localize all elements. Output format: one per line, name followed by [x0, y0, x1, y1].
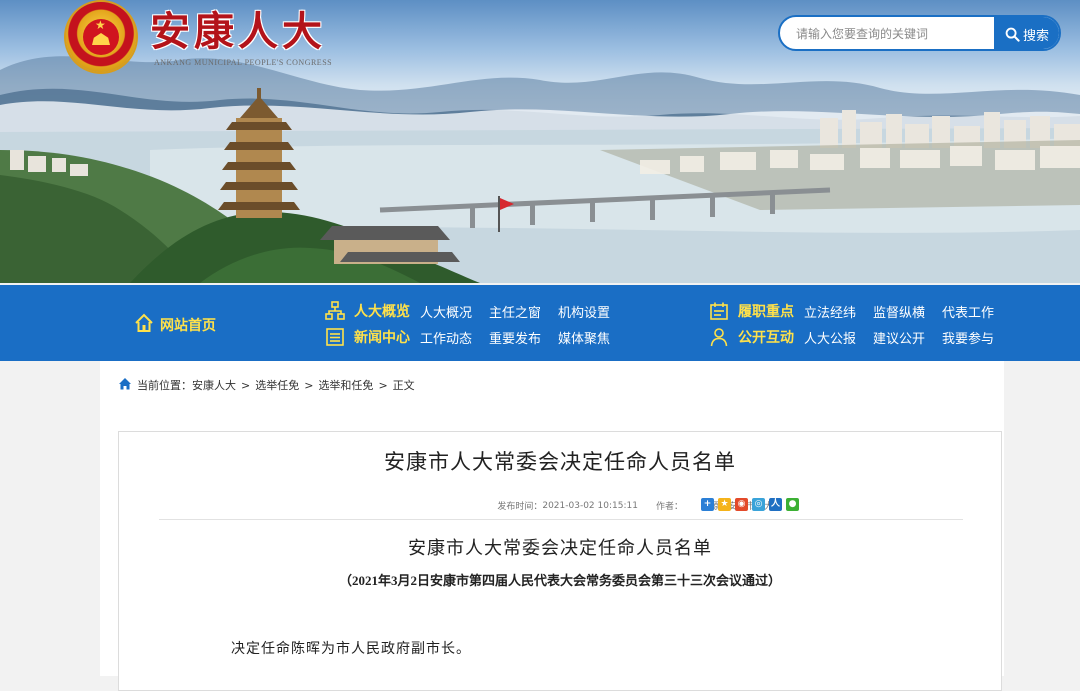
document-subtitle: （2021年3月2日安康市第四届人民代表大会常务委员会第三十三次会议通过） — [338, 573, 781, 588]
nav-group-title[interactable]: 人大概览 — [354, 301, 410, 321]
nav-home-link[interactable]: 网站首页 — [134, 313, 216, 337]
site-subtitle: ANKANG MUNICIPAL PEOPLE'S CONGRESS — [154, 58, 333, 67]
nav-link[interactable]: 我要参与 — [942, 328, 994, 347]
breadcrumb-item: 正文 — [392, 379, 415, 392]
search-box: 搜索 — [778, 15, 1061, 51]
national-emblem-icon[interactable] — [66, 2, 136, 72]
breadcrumb: 当前位置： 安康人大 > 选举任免 > 选举和任免 > 正文 — [118, 377, 415, 393]
org-chart-icon — [324, 300, 346, 322]
nav-group-title[interactable]: 公开互动 — [738, 327, 794, 347]
breadcrumb-separator: > — [241, 378, 251, 392]
nav-home-label: 网站首页 — [160, 318, 216, 334]
share-toolbar: + ★ ◉ ◎ 人 ● — [701, 498, 799, 511]
breadcrumb-item[interactable]: 安康人大 — [192, 377, 236, 393]
breadcrumb-prefix: 当前位置： — [137, 379, 192, 392]
renren-icon[interactable]: 人 — [769, 498, 782, 511]
author-label: 作者： — [655, 502, 683, 512]
site-title[interactable]: 安康人大 — [150, 6, 326, 58]
weibo-icon[interactable]: ◉ — [735, 498, 748, 511]
calendar-icon — [708, 300, 730, 322]
home-icon — [134, 313, 154, 337]
article-panel: 安康市人大常委会决定任命人员名单 发布时间： 2021-03-02 10:15:… — [118, 431, 1002, 691]
breadcrumb-item[interactable]: 选举任免 — [255, 377, 299, 393]
nav-group-title[interactable]: 履职重点 — [738, 301, 794, 321]
nav-link[interactable]: 媒体聚焦 — [558, 328, 610, 347]
nav-group-interaction: 公开互动 人大公报 建议公开 我要参与 — [708, 326, 1011, 348]
nav-link[interactable]: 工作动态 — [420, 328, 472, 347]
nav-group-overview: 人大概览 人大概况 主任之窗 机构设置 — [324, 300, 627, 322]
nav-link[interactable]: 立法经纬 — [804, 302, 856, 321]
person-icon — [708, 326, 730, 348]
nav-group-duties: 履职重点 立法经纬 监督纵横 代表工作 — [708, 300, 1011, 322]
published-label: 发布时间： — [497, 502, 543, 512]
home-icon[interactable] — [118, 377, 132, 393]
list-icon — [324, 326, 346, 348]
nav-link[interactable]: 机构设置 — [558, 302, 610, 321]
search-button[interactable]: 搜索 — [994, 17, 1059, 49]
search-icon — [1005, 27, 1020, 42]
breadcrumb-separator: > — [378, 378, 388, 392]
nav-link[interactable]: 人大公报 — [804, 328, 856, 347]
main-content: 当前位置： 安康人大 > 选举任免 > 选举和任免 > 正文 安康市人大常委会决… — [100, 361, 1004, 691]
share-plus-icon[interactable]: + — [701, 498, 714, 511]
nav-link[interactable]: 主任之窗 — [489, 302, 541, 321]
published-value: 2021-03-02 10:15:11 — [542, 500, 638, 511]
nav-link[interactable]: 代表工作 — [942, 302, 994, 321]
nav-link[interactable]: 人大概况 — [420, 302, 472, 321]
header-banner: 安康人大 ANKANG MUNICIPAL PEOPLE'S CONGRESS … — [0, 0, 1080, 283]
qzone-icon[interactable]: ★ — [718, 498, 731, 511]
nav-link[interactable]: 建议公开 — [873, 328, 925, 347]
document-title: 安康市人大常委会决定任命人员名单 — [408, 538, 712, 558]
article-meta: 发布时间： 2021-03-02 10:15:11 作者： 来源： 安康市人大 … — [159, 491, 963, 520]
nav-group-title[interactable]: 新闻中心 — [354, 327, 410, 347]
nav-group-news: 新闻中心 工作动态 重要发布 媒体聚焦 — [324, 326, 627, 348]
search-input[interactable] — [794, 24, 998, 44]
breadcrumb-separator: > — [304, 378, 314, 392]
search-button-label: 搜索 — [1022, 28, 1049, 44]
wechat-icon[interactable]: ● — [786, 498, 799, 511]
document-body: 决定任命陈晖为市人民政府副市长。 — [231, 642, 471, 657]
nav-link[interactable]: 重要发布 — [489, 328, 541, 347]
breadcrumb-item[interactable]: 选举和任免 — [318, 377, 373, 393]
main-nav: 网站首页 人大概览 人大概况 主任之窗 机构设置 新闻中心 工作动态 重要发布 … — [0, 285, 1080, 361]
tencent-weibo-icon[interactable]: ◎ — [752, 498, 765, 511]
article-title: 安康市人大常委会决定任命人员名单 — [384, 450, 736, 474]
nav-link[interactable]: 监督纵横 — [873, 302, 925, 321]
